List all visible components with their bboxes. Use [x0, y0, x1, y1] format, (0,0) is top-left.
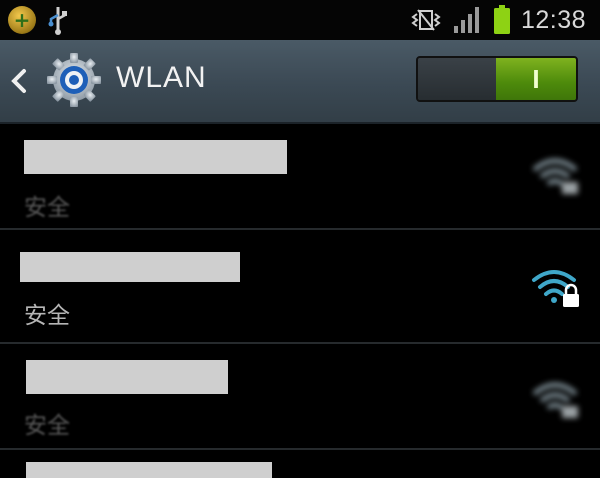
- toggle-on-half: I: [496, 58, 576, 100]
- vibrate-icon: [411, 9, 441, 31]
- signal-icon: [453, 7, 479, 33]
- redacted-network-name: [20, 252, 240, 282]
- list-item[interactable]: [0, 450, 600, 478]
- redacted-network-name: [24, 140, 287, 174]
- redacted-network-name: [26, 360, 228, 394]
- toggle-label: I: [532, 63, 540, 94]
- list-item[interactable]: 安全: [0, 230, 600, 342]
- security-label: 安全: [24, 195, 70, 221]
- battery-icon: [493, 5, 510, 34]
- action-bar: WLAN I: [0, 40, 600, 124]
- wifi-lock-icon: [532, 158, 578, 194]
- wifi-lock-icon: [532, 270, 579, 307]
- back-icon[interactable]: [10, 68, 28, 94]
- status-bar: + 12:38: [0, 0, 600, 40]
- redacted-network-name: [26, 462, 272, 478]
- list-item[interactable]: 安全: [0, 124, 600, 228]
- wifi-lock-icon: [532, 382, 578, 418]
- list-item[interactable]: 安全: [0, 344, 600, 448]
- security-label: 安全: [24, 413, 70, 439]
- usb-icon: [48, 7, 67, 35]
- wlan-toggle[interactable]: I: [416, 56, 578, 102]
- security-label: 安全: [24, 303, 70, 329]
- toggle-off-half: [418, 58, 496, 100]
- page-title: WLAN: [116, 61, 207, 94]
- settings-gear-icon: [47, 53, 101, 107]
- status-time: 12:38: [520, 5, 586, 34]
- app-notification-icon: +: [8, 6, 36, 34]
